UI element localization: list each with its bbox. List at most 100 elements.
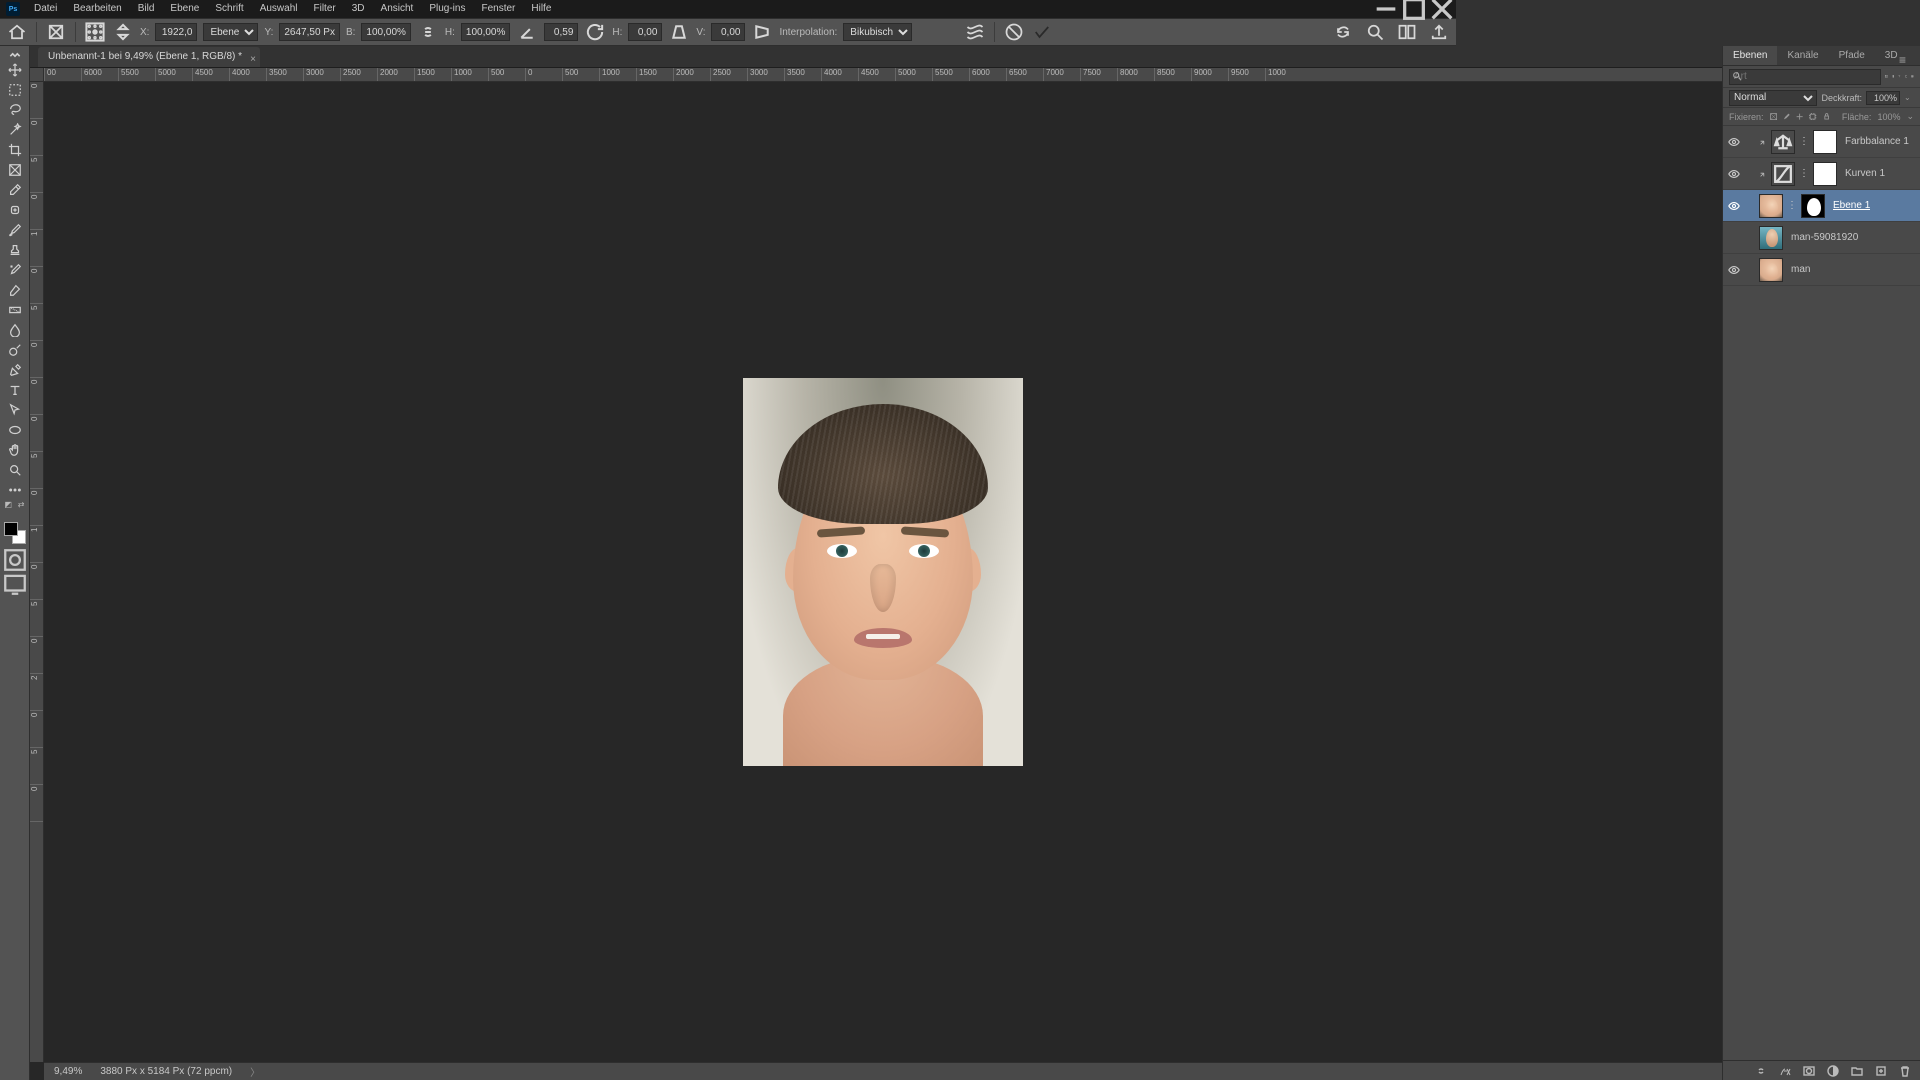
filter-image-icon[interactable] [1885,70,1888,84]
layer-row[interactable]: ⋮ Ebene 1 [1723,190,1920,222]
layer-visibility-icon[interactable] [1727,135,1741,149]
layer-visibility-icon[interactable] [1727,199,1741,213]
stamp-tool-icon[interactable] [2,240,28,260]
layer-name[interactable]: Kurven 1 [1841,168,1885,179]
height-field[interactable]: 100,00% [461,23,510,41]
layer-name[interactable]: Ebene 1 [1829,200,1870,211]
skew-v-field[interactable]: 0,00 [711,23,745,41]
new-layer-icon[interactable] [1874,1064,1888,1078]
layer-row[interactable]: man [1723,254,1920,286]
relative-toggle-icon[interactable] [112,21,134,43]
panel-menu-icon[interactable]: ≡ [1889,50,1916,70]
pen-tool-icon[interactable] [2,360,28,380]
reference-point-icon[interactable] [84,21,106,43]
doc-dimensions[interactable]: 3880 Px x 5184 Px (72 ppcm) [100,1066,232,1077]
menu-bild[interactable]: Bild [130,0,163,18]
lock-position-icon[interactable] [1796,110,1803,124]
dodge-tool-icon[interactable] [2,340,28,360]
adjustment-thumb[interactable] [1771,162,1795,186]
fill-field[interactable]: 100% [1877,112,1900,122]
move-tool-icon[interactable] [2,60,28,80]
filter-smart-icon[interactable] [1911,70,1914,84]
search-icon[interactable] [1364,21,1386,43]
collapse-icon[interactable] [2,50,28,60]
window-maximize[interactable] [1400,0,1428,18]
blend-mode-select[interactable]: Normal [1729,90,1817,106]
warp-mode-icon[interactable] [964,21,986,43]
filter-shape-icon[interactable] [1905,70,1908,84]
mask-thumb[interactable] [1801,194,1825,218]
adjustment-thumb[interactable] [1771,130,1795,154]
arrange-icon[interactable] [1396,21,1418,43]
screenmode-icon[interactable] [2,574,28,594]
swatch-mini-controls[interactable]: ◩⇄ [2,500,28,514]
menu-ansicht[interactable]: Ansicht [373,0,422,18]
layer-row[interactable]: ⋮ Kurven 1 [1723,158,1920,190]
foreground-color-swatch[interactable] [4,522,18,536]
menu-hilfe[interactable]: Hilfe [523,0,559,18]
y-field[interactable]: 2647,50 Px [279,23,340,41]
brush-tool-icon[interactable] [2,220,28,240]
share-icon[interactable] [1428,21,1450,43]
link-icon[interactable]: ⋮ [1799,136,1809,147]
layer-row[interactable]: ⋮Farbbalance 1 [1723,126,1920,158]
delete-layer-icon[interactable] [1898,1064,1912,1078]
color-swatches[interactable] [2,520,28,546]
menu-auswahl[interactable]: Auswahl [252,0,306,18]
layer-name[interactable]: man [1787,264,1810,275]
gradient-tool-icon[interactable] [2,300,28,320]
healing-tool-icon[interactable] [2,200,28,220]
zoom-tool-icon[interactable] [2,460,28,480]
layer-thumb[interactable] [1759,258,1783,282]
panel-tab-kanäle[interactable]: Kanäle [1777,46,1828,65]
cancel-transform-icon[interactable] [1003,21,1025,43]
menu-fenster[interactable]: Fenster [473,0,523,18]
home-icon[interactable] [6,21,28,43]
commit-transform-icon[interactable] [1031,21,1053,43]
new-adjustment-icon[interactable] [1826,1064,1840,1078]
sync-icon[interactable] [1332,21,1354,43]
menu-datei[interactable]: Datei [26,0,65,18]
fill-dropdown-icon[interactable]: ⌄ [1906,111,1914,122]
rotate-icon[interactable] [584,21,606,43]
layer-visibility-icon[interactable] [1727,263,1741,277]
window-minimize[interactable] [1372,0,1400,18]
menu-3d[interactable]: 3D [344,0,373,18]
skew-h-field[interactable]: 0,00 [628,23,662,41]
frame-tool-icon[interactable] [2,160,28,180]
panel-tab-pfade[interactable]: Pfade [1829,46,1875,65]
type-tool-icon[interactable] [2,380,28,400]
quickmask-icon[interactable] [2,550,28,570]
add-mask-icon[interactable] [1802,1064,1816,1078]
width-field[interactable]: 100,00% [361,23,410,41]
window-close[interactable] [1428,0,1456,18]
ruler-origin[interactable] [30,68,44,82]
menu-schrift[interactable]: Schrift [207,0,251,18]
angle-field[interactable]: 0,59 [544,23,578,41]
layer-name[interactable]: man-59081920 [1787,232,1858,243]
document-tab[interactable]: Unbenannt-1 bei 9,49% (Ebene 1, RGB/8) *… [38,47,260,67]
blur-tool-icon[interactable] [2,320,28,340]
layer-visibility-icon[interactable] [1727,231,1741,245]
filter-type-icon[interactable] [1898,70,1901,84]
layer-search[interactable] [1729,69,1881,85]
hand-tool-icon[interactable] [2,440,28,460]
ruler-vertical[interactable]: 00501050005010502050 [30,82,44,1062]
link-icon[interactable]: ⋮ [1787,200,1797,211]
status-more-icon[interactable]: 〉 [250,1064,260,1079]
close-tab-icon[interactable]: × [250,50,256,70]
zoom-readout[interactable]: 9,49% [54,1066,82,1077]
opacity-dropdown-icon[interactable]: ⌄ [1904,93,1914,102]
link-icon[interactable]: ⋮ [1799,168,1809,179]
menu-bearbeiten[interactable]: Bearbeiten [65,0,129,18]
unit-select[interactable]: Ebene [203,23,258,41]
layer-visibility-icon[interactable] [1727,167,1741,181]
mask-thumb[interactable] [1813,162,1837,186]
ruler-horizontal[interactable]: 0060005500500045004000350030002500200015… [44,68,1722,82]
marquee-tool-icon[interactable] [2,80,28,100]
x-field[interactable]: 1922,0 [155,23,197,41]
layer-fx-icon[interactable] [1778,1064,1792,1078]
new-group-icon[interactable] [1850,1064,1864,1078]
eraser-tool-icon[interactable] [2,280,28,300]
canvas-stage[interactable] [44,82,1722,1062]
